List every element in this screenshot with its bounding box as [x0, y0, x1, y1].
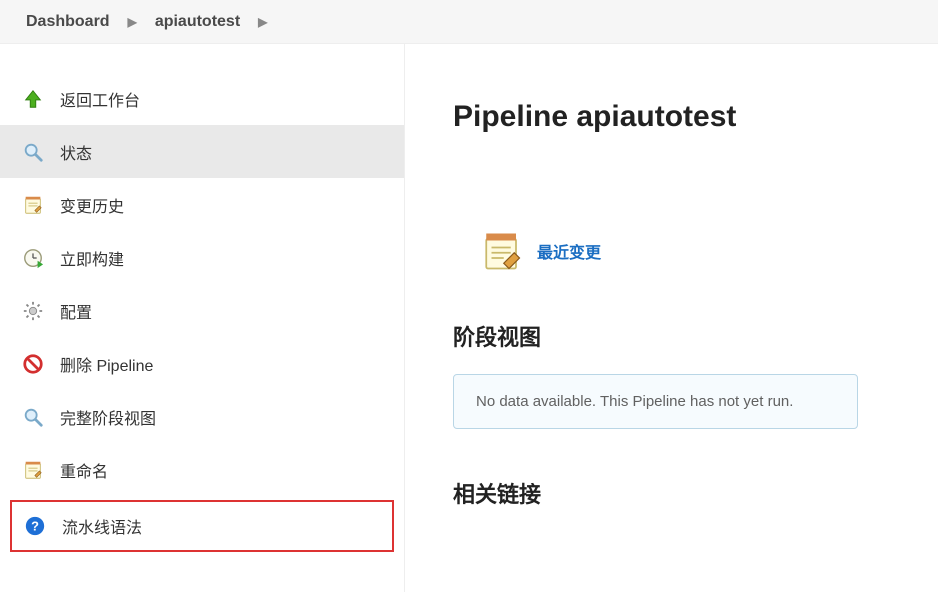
help-icon: ? [22, 513, 48, 539]
sidebar-item-label: 返回工作台 [60, 87, 140, 111]
notepad-icon [20, 192, 46, 218]
no-data-message: No data available. This Pipeline has not… [453, 374, 858, 429]
highlight-box: ? 流水线语法 [10, 500, 394, 552]
sidebar-item-configure[interactable]: 配置 [0, 284, 404, 337]
svg-text:?: ? [31, 519, 39, 534]
sidebar-item-status[interactable]: 状态 [0, 125, 404, 178]
search-icon [20, 139, 46, 165]
sidebar-item-label: 重命名 [60, 458, 108, 482]
sidebar-item-label: 变更历史 [60, 193, 124, 217]
page-title: Pipeline apiautotest [453, 100, 938, 134]
sidebar: 返回工作台 状态 变更历史 立即构建 配置 [0, 44, 405, 592]
chevron-right-icon: ▶ [128, 15, 137, 29]
notepad-icon [481, 230, 523, 272]
sidebar-item-label: 删除 Pipeline [60, 352, 153, 376]
notepad-icon [20, 457, 46, 483]
gear-icon [20, 298, 46, 324]
search-icon [20, 404, 46, 430]
sidebar-item-label: 状态 [60, 140, 92, 164]
clock-play-icon [20, 245, 46, 271]
breadcrumb: Dashboard ▶ apiautotest ▶ [0, 0, 938, 44]
related-links-heading: 相关链接 [453, 477, 938, 509]
breadcrumb-dashboard[interactable]: Dashboard [26, 13, 110, 31]
recent-changes: 最近变更 [481, 230, 938, 272]
sidebar-item-label: 流水线语法 [62, 514, 142, 538]
sidebar-item-rename[interactable]: 重命名 [0, 443, 404, 496]
main-content: Pipeline apiautotest 最近变更 阶段视图 No data a… [405, 44, 938, 592]
sidebar-item-back[interactable]: 返回工作台 [0, 72, 404, 125]
sidebar-item-label: 完整阶段视图 [60, 405, 156, 429]
sidebar-item-changes[interactable]: 变更历史 [0, 178, 404, 231]
sidebar-item-label: 配置 [60, 299, 92, 323]
breadcrumb-project[interactable]: apiautotest [155, 13, 240, 31]
sidebar-item-pipeline-syntax[interactable]: ? 流水线语法 [12, 502, 392, 550]
no-entry-icon [20, 351, 46, 377]
sidebar-item-build-now[interactable]: 立即构建 [0, 231, 404, 284]
recent-changes-link[interactable]: 最近变更 [537, 239, 601, 263]
up-arrow-icon [20, 86, 46, 112]
sidebar-item-full-stage-view[interactable]: 完整阶段视图 [0, 390, 404, 443]
stage-view-heading: 阶段视图 [453, 320, 938, 352]
chevron-right-icon: ▶ [258, 15, 267, 29]
sidebar-item-label: 立即构建 [60, 246, 124, 270]
sidebar-item-delete-pipeline[interactable]: 删除 Pipeline [0, 337, 404, 390]
